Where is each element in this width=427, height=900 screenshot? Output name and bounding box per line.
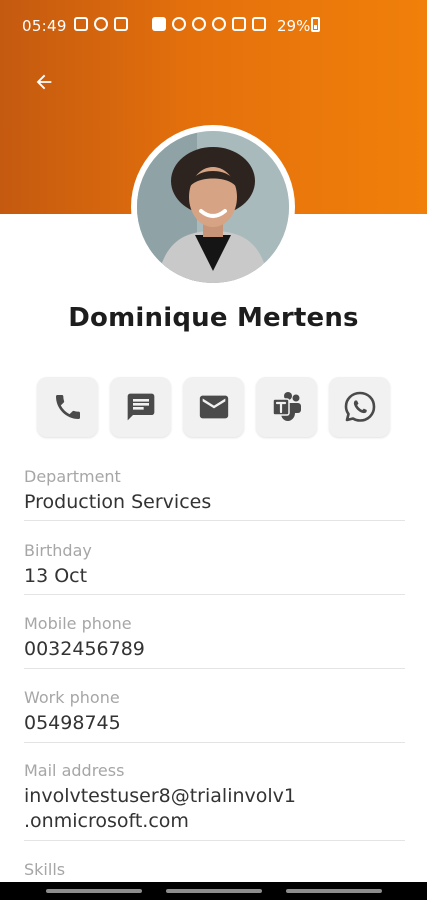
- alarm-icon: [152, 17, 166, 31]
- mail-address-value[interactable]: involvtestuser8@trialinvolv1 .onmicrosof…: [24, 784, 405, 834]
- nav-recents-handle[interactable]: [46, 889, 142, 893]
- field-birthday: Birthday 13 Oct: [24, 541, 405, 595]
- mail-address-line1: involvtestuser8@trialinvolv1: [24, 785, 296, 807]
- nav-back-handle[interactable]: [286, 889, 382, 893]
- system-icons: [152, 17, 266, 31]
- field-mail-address: Mail address involvtestuser8@trialinvolv…: [24, 761, 405, 841]
- arrow-back-icon: [36, 74, 52, 90]
- back-button[interactable]: [28, 66, 60, 98]
- lte-icon: [232, 17, 246, 31]
- call-button[interactable]: [37, 377, 98, 437]
- person-photo: [137, 131, 289, 283]
- email-icon: [199, 395, 228, 419]
- divider: [24, 594, 405, 595]
- profile-photo: [137, 131, 289, 283]
- phone-icon: [55, 395, 80, 419]
- notification-icons: [74, 17, 128, 31]
- department-value[interactable]: Production Services: [24, 490, 405, 515]
- teams-button[interactable]: [256, 377, 317, 437]
- instagram-icon: [114, 17, 128, 31]
- teams-icon: [271, 392, 301, 421]
- battery-icon: [311, 17, 320, 32]
- mobile-phone-label: Mobile phone: [24, 614, 132, 633]
- department-label: Department: [24, 467, 121, 486]
- email-button[interactable]: [183, 377, 244, 437]
- field-mobile-phone: Mobile phone 0032456789: [24, 614, 405, 669]
- message-button[interactable]: [110, 377, 171, 437]
- sync-icon: [94, 17, 108, 31]
- gallery-icon: [74, 17, 88, 31]
- bluetooth-icon: [172, 17, 186, 31]
- work-phone-value[interactable]: 05498745: [24, 711, 405, 736]
- birthday-value[interactable]: 13 Oct: [24, 564, 405, 589]
- mail-address-label: Mail address: [24, 761, 125, 780]
- status-bar: 05:49 29%: [0, 0, 427, 52]
- message-icon: [127, 393, 154, 421]
- divider: [24, 668, 405, 669]
- wifi-icon: [212, 17, 226, 31]
- field-department: Department Production Services: [24, 467, 405, 521]
- contact-name: Dominique Mertens: [68, 303, 359, 333]
- battery-percent: 29%: [277, 17, 311, 35]
- divider: [24, 742, 405, 743]
- skills-label: Skills: [24, 860, 66, 879]
- divider: [24, 840, 405, 841]
- work-phone-label: Work phone: [24, 688, 120, 707]
- divider: [24, 520, 405, 521]
- avatar: [131, 125, 295, 289]
- birthday-label: Birthday: [24, 541, 92, 560]
- signal-icon: [252, 17, 266, 31]
- system-nav-bar: [0, 882, 427, 900]
- mobile-phone-value[interactable]: 0032456789: [24, 637, 405, 662]
- nav-home-handle[interactable]: [166, 889, 262, 893]
- status-time: 05:49: [22, 17, 67, 35]
- mute-icon: [192, 17, 206, 31]
- field-skills: Skills: [24, 860, 405, 879]
- field-work-phone: Work phone 05498745: [24, 688, 405, 743]
- mail-address-line2: .onmicrosoft.com: [24, 810, 189, 832]
- whatsapp-button[interactable]: [329, 377, 390, 437]
- whatsapp-icon: [344, 391, 375, 422]
